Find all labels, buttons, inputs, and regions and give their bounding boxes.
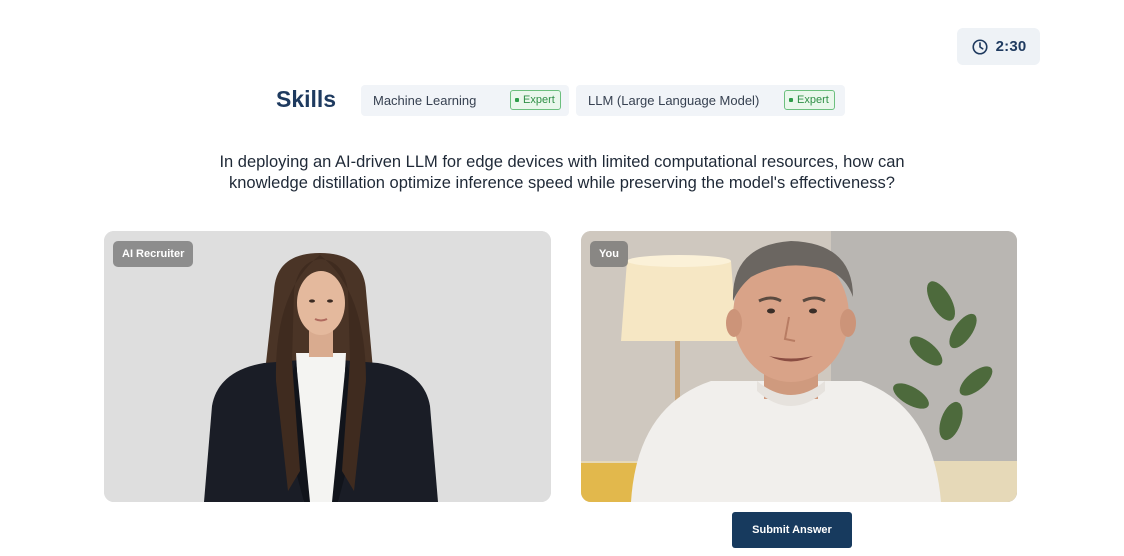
candidate-video-tile: You bbox=[581, 231, 1017, 502]
recruiter-label: AI Recruiter bbox=[113, 241, 194, 267]
skill-name: LLM (Large Language Model) bbox=[588, 93, 760, 108]
level-dot-icon bbox=[789, 98, 793, 102]
timer-value: 2:30 bbox=[995, 38, 1027, 55]
interview-question: In deploying an AI-driven LLM for edge d… bbox=[150, 152, 974, 194]
skill-name: Machine Learning bbox=[373, 93, 477, 108]
candidate-label: You bbox=[590, 241, 628, 267]
question-line-1: In deploying an AI-driven LLM for edge d… bbox=[219, 153, 905, 171]
skill-level: Expert bbox=[797, 94, 829, 106]
skill-level-badge: Expert bbox=[510, 90, 561, 110]
candidate-webcam-image bbox=[581, 231, 1017, 502]
clock-icon bbox=[972, 38, 988, 55]
submit-answer-button[interactable]: Submit Answer bbox=[732, 512, 852, 548]
recruiter-avatar-image bbox=[104, 231, 551, 502]
level-dot-icon bbox=[515, 98, 519, 102]
skill-level: Expert bbox=[523, 94, 555, 106]
question-line-2: knowledge distillation optimize inferenc… bbox=[229, 174, 895, 192]
timer-badge: 2:30 bbox=[957, 28, 1040, 65]
skills-title: Skills bbox=[276, 86, 337, 112]
skill-level-badge: Expert bbox=[784, 90, 835, 110]
skill-card-llm: LLM (Large Language Model) Expert bbox=[576, 85, 845, 116]
skill-card-machine-learning: Machine Learning Expert bbox=[361, 85, 569, 116]
recruiter-video-tile: AI Recruiter bbox=[104, 231, 551, 502]
